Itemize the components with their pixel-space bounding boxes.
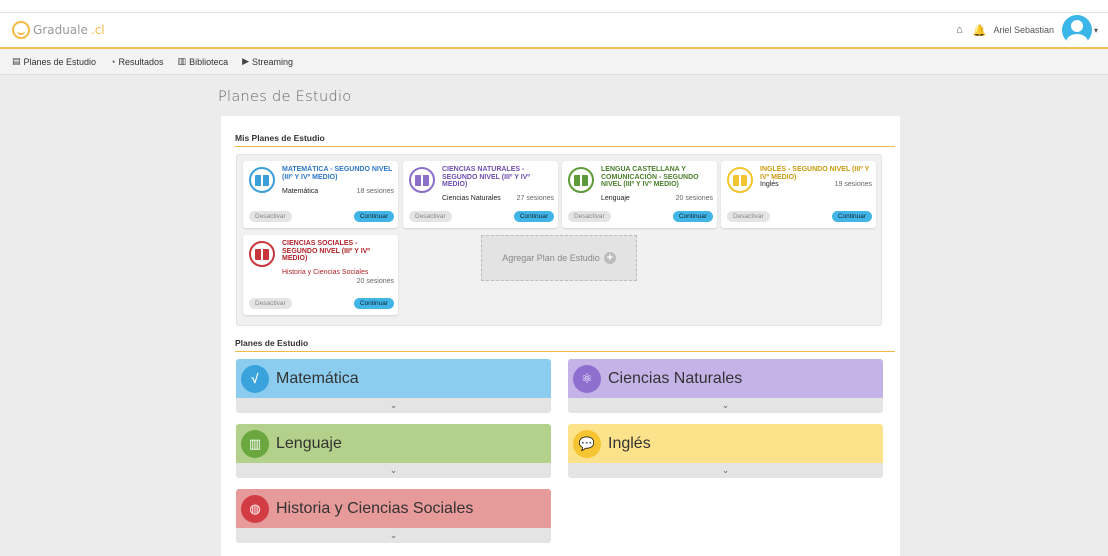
expand-toggle[interactable]: ⌄ xyxy=(568,398,883,413)
plan-card-matematica: MATEMÁTICA - SEGUNDO NIVEL (IIIº Y IVº M… xyxy=(243,161,398,228)
plan-title: CIENCIAS SOCIALES - SEGUNDO NIVEL (IIIº … xyxy=(282,240,370,262)
plan-title: MATEMÁTICA - SEGUNDO NIVEL (IIIº Y IVº M… xyxy=(282,166,393,181)
continue-button[interactable]: Continuar xyxy=(353,211,394,222)
chevron-down-icon: ⌄ xyxy=(389,400,398,410)
plan-sessions: 19 sesiones xyxy=(834,181,872,188)
nav-label: Biblioteca xyxy=(189,56,229,67)
user-area: ⌂ 🔔 Ariel Sebastian ▾ xyxy=(953,15,1098,45)
book-icon xyxy=(249,167,275,193)
chevron-down-icon[interactable]: ▾ xyxy=(1094,26,1098,35)
add-plan-label: Agregar Plan de Estudio xyxy=(502,253,600,263)
nav-label: Streaming xyxy=(252,56,294,67)
bell-icon[interactable]: 🔔 xyxy=(973,24,987,37)
subject-lenguaje[interactable]: ▥ Lenguaje ⌄ xyxy=(236,424,551,478)
plan-card-ciencias-naturales: CIENCIAS NATURALES - SEGUNDO NIVEL (IIIº… xyxy=(403,161,558,228)
subject-band: ◍ Historia y Ciencias Sociales xyxy=(236,489,551,528)
content-panel: Mis Planes de Estudio MATEMÁTICA - SEGUN… xyxy=(221,116,900,556)
subject-ciencias-naturales[interactable]: ⚛ Ciencias Naturales ⌄ xyxy=(568,359,883,413)
my-plans-heading: Mis Planes de Estudio xyxy=(235,133,895,147)
brand-logo[interactable]: Graduale .cl xyxy=(12,21,105,39)
plan-title: CIENCIAS NATURALES - SEGUNDO NIVEL (IIIº… xyxy=(442,166,530,188)
plan-sessions: 20 sesiones xyxy=(356,278,394,285)
main-nav: ▤ Planes de Estudio ◔ Resultados ▥ Bibliote… xyxy=(0,49,1108,75)
plan-sessions: 20 sesiones xyxy=(675,195,713,202)
nav-biblioteca[interactable]: ▥ Biblioteca xyxy=(178,56,229,67)
expand-toggle[interactable]: ⌄ xyxy=(236,528,551,543)
nav-label: Planes de Estudio xyxy=(23,56,97,67)
brand-name: Graduale xyxy=(33,23,88,37)
expand-toggle[interactable]: ⌄ xyxy=(568,463,883,478)
nav-planes-de-estudio[interactable]: ▤ Planes de Estudio xyxy=(12,56,96,67)
plus-icon: + xyxy=(603,252,616,264)
plan-subject: Ciencias Naturales xyxy=(442,195,501,202)
page-title: Planes de Estudio xyxy=(218,89,352,105)
chevron-down-icon: ⌄ xyxy=(721,465,730,475)
book-icon xyxy=(727,167,753,193)
subject-band: ▥ Lenguaje xyxy=(236,424,551,463)
window-top-strip xyxy=(0,0,1108,12)
chevron-down-icon: ⌄ xyxy=(389,530,398,540)
book-icon xyxy=(409,167,435,193)
continue-button[interactable]: Continuar xyxy=(831,211,872,222)
speech-bubble-icon: 💬 xyxy=(573,429,601,458)
sqrt-icon: √ xyxy=(241,364,269,393)
plan-sessions: 27 sesiones xyxy=(516,195,554,202)
book-icon xyxy=(249,241,275,267)
plan-subject: Inglés xyxy=(760,181,779,188)
plan-card-historia: CIENCIAS SOCIALES - SEGUNDO NIVEL (IIIº … xyxy=(243,235,398,315)
globe-icon: ◍ xyxy=(241,494,269,523)
nav-streaming[interactable]: ▶ Streaming xyxy=(242,56,293,67)
continue-button[interactable]: Continuar xyxy=(672,211,713,222)
subject-label: Inglés xyxy=(608,434,651,452)
my-plans-container: MATEMÁTICA - SEGUNDO NIVEL (IIIº Y IVº M… xyxy=(236,154,882,326)
expand-toggle[interactable]: ⌄ xyxy=(236,398,551,413)
subject-band: ⚛ Ciencias Naturales xyxy=(568,359,883,398)
subject-label: Ciencias Naturales xyxy=(608,369,743,387)
plan-title: INGLÉS - SEGUNDO NIVEL (IIIº Y IVº MEDIO… xyxy=(760,166,870,181)
avatar[interactable] xyxy=(1061,15,1092,45)
deactivate-button[interactable]: Desactivar xyxy=(249,211,292,222)
plan-subject: Historia y Ciencias Sociales xyxy=(282,269,369,276)
subject-band: √ Matemática xyxy=(236,359,551,398)
atom-icon: ⚛ xyxy=(573,364,601,393)
chart-icon: ◔ xyxy=(110,56,116,67)
subject-historia[interactable]: ◍ Historia y Ciencias Sociales ⌄ xyxy=(236,489,551,543)
chevron-down-icon: ⌄ xyxy=(721,400,730,410)
brand-tld: .cl xyxy=(90,23,105,37)
nav-label: Resultados xyxy=(118,56,164,67)
nav-resultados[interactable]: ◔ Resultados xyxy=(110,57,163,67)
subject-label: Lenguaje xyxy=(276,434,342,452)
plan-subject: Matemática xyxy=(282,188,319,195)
expand-toggle[interactable]: ⌄ xyxy=(236,463,551,478)
plan-sessions: 18 sesiones xyxy=(356,188,394,195)
subject-matematica[interactable]: √ Matemática ⌄ xyxy=(236,359,551,413)
library-icon: ▥ xyxy=(177,56,187,66)
plan-card-ingles: INGLÉS - SEGUNDO NIVEL (IIIº Y IVº MEDIO… xyxy=(721,161,876,228)
top-bar: Graduale .cl ⌂ 🔔 Ariel Sebastian ▾ xyxy=(0,12,1108,49)
deactivate-button[interactable]: Desactivar xyxy=(409,211,452,222)
deactivate-button[interactable]: Desactivar xyxy=(568,211,611,222)
book-stack-icon: ▤ xyxy=(12,56,21,66)
chevron-down-icon: ⌄ xyxy=(389,465,398,475)
home-icon[interactable]: ⌂ xyxy=(953,24,965,36)
continue-button[interactable]: Continuar xyxy=(353,298,394,309)
subject-label: Matemática xyxy=(276,369,359,387)
subject-ingles[interactable]: 💬 Inglés ⌄ xyxy=(568,424,883,478)
video-icon: ▶ xyxy=(242,56,250,66)
user-name[interactable]: Ariel Sebastian xyxy=(993,25,1054,35)
continue-button[interactable]: Continuar xyxy=(513,211,554,222)
plans-heading: Planes de Estudio xyxy=(235,338,895,352)
plan-card-lenguaje: LENGUA CASTELLANA Y COMUNICACIÓN - SEGUN… xyxy=(562,161,717,228)
open-book-icon: ▥ xyxy=(241,429,269,458)
add-plan-button[interactable]: Agregar Plan de Estudio + xyxy=(481,235,637,281)
deactivate-button[interactable]: Desactivar xyxy=(249,298,292,309)
graduale-logo-icon xyxy=(12,21,30,39)
book-icon xyxy=(568,167,594,193)
subject-label: Historia y Ciencias Sociales xyxy=(276,499,474,517)
plan-subject: Lenguaje xyxy=(601,195,630,202)
deactivate-button[interactable]: Desactivar xyxy=(727,211,770,222)
subject-band: 💬 Inglés xyxy=(568,424,883,463)
plan-title: LENGUA CASTELLANA Y COMUNICACIÓN - SEGUN… xyxy=(601,166,699,188)
